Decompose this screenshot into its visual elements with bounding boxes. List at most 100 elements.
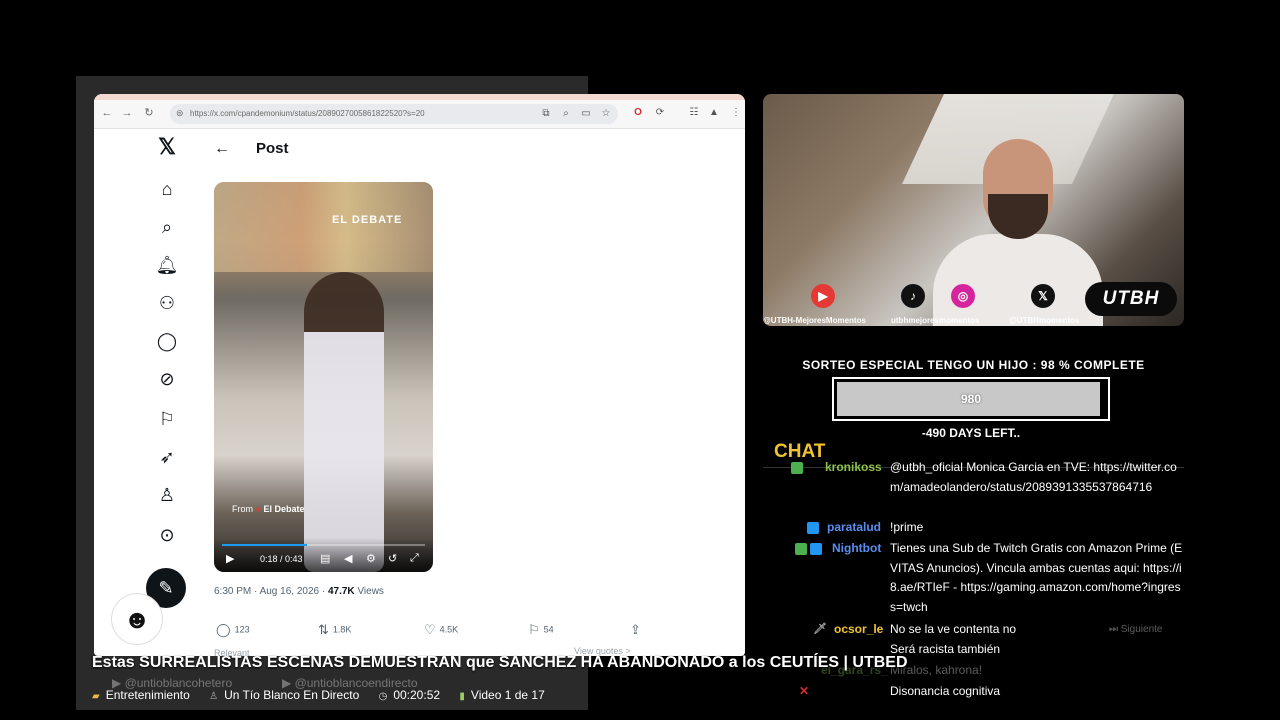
video-watermark: EL DEBATE: [332, 214, 403, 226]
play-icon[interactable]: ▶: [226, 552, 234, 565]
repost-count: 1.8K: [332, 624, 352, 635]
sub-badge-icon: [791, 461, 803, 474]
site-info-icon[interactable]: ⊜: [176, 108, 184, 119]
bot-badge-icon: [810, 542, 823, 555]
opera-icon[interactable]: O: [632, 107, 644, 119]
giveaway-title: SORTEO ESPECIAL TENGO UN HIJO : 98 % COM…: [802, 358, 1145, 372]
video-progress-fill: [222, 544, 308, 546]
home-icon[interactable]: ⌂: [154, 176, 180, 202]
bookmarks-icon[interactable]: ⚐: [154, 406, 180, 432]
video-progress-bar[interactable]: [222, 544, 425, 546]
heart-icon: ♡: [424, 622, 436, 637]
tab-search-icon[interactable]: ☷: [688, 107, 700, 119]
bookmark-icon: ⚐: [528, 622, 540, 637]
post-actions: ◯ 123 ⇅ 1.8K ♡ 4.5K ⚐ 54 ⇪ Relevant View quo…: [214, 622, 645, 656]
x-logo-icon[interactable]: 𝕏: [154, 134, 180, 160]
chat-username[interactable]: ocsor_le: [834, 620, 883, 640]
giveaway-progress-value: 980: [960, 392, 982, 406]
video-title: Estas SURREALISTAS ESCENAS DEMUESTRAN qu…: [92, 654, 908, 671]
video-meta: ▰ Entretenimiento ♙ Un Tío Blanco En Direc…: [92, 688, 561, 702]
sword-badge-icon: 🗡︎: [813, 623, 827, 635]
more-icon[interactable]: ⊙: [154, 522, 180, 548]
repost-button[interactable]: ⇅ 1.8K: [318, 622, 351, 638]
loop-icon[interactable]: ↺: [388, 552, 397, 565]
reply-icon: ◯: [216, 622, 231, 637]
profile-icon[interactable]: ▲: [708, 107, 720, 119]
video-background: [214, 182, 433, 272]
bookmark-button[interactable]: ⚐ 54: [528, 622, 554, 638]
chat-text: No se la ve contenta no: [890, 622, 1017, 636]
chat-text: Tienes una Sub de Twitch Gratis con Amaz…: [890, 541, 1183, 614]
giveaway-progress-bar: 980: [832, 377, 1110, 421]
premium-icon[interactable]: ➶: [154, 444, 180, 470]
video-index-label: Video 1 de 17: [470, 688, 545, 702]
grok-icon[interactable]: ⊘: [154, 366, 180, 392]
forward-icon[interactable]: →: [120, 106, 134, 120]
back-icon[interactable]: ←: [100, 106, 114, 120]
like-button[interactable]: ♡ 4.5K: [424, 622, 458, 638]
translate-icon[interactable]: ⧉: [540, 108, 552, 120]
duration-item: ◷ 00:20:52: [379, 688, 440, 702]
like-count: 4.5K: [439, 624, 459, 635]
post-time: 6:30 PM · Aug 16, 2026 ·: [214, 586, 326, 597]
clock-icon: ◷: [378, 691, 388, 702]
follow-icon[interactable]: ⚇: [154, 290, 180, 316]
duration-label: 00:20:52: [393, 688, 441, 702]
views-count: 47.7K: [327, 586, 355, 597]
share-icon: ⇪: [630, 622, 641, 637]
channel-label: Un Tío Blanco En Directo: [224, 688, 360, 702]
browser-toolbar: ← → ↻ ⊜ https://x.com/cpandemonium/statu…: [94, 100, 745, 129]
fullscreen-icon[interactable]: ⤢: [410, 552, 419, 565]
channel-item[interactable]: ♙ Un Tío Blanco En Directo: [209, 688, 359, 702]
cast-icon[interactable]: ▭: [580, 108, 592, 120]
repost-icon: ⇅: [318, 622, 329, 637]
tiktok-handle: utbhmejoresmomentos: [891, 316, 980, 325]
reply-button[interactable]: ◯ 123: [216, 622, 250, 638]
chat-username[interactable]: paratalud: [827, 518, 881, 538]
chat-username[interactable]: Nightbot: [832, 539, 881, 559]
search-icon[interactable]: ⌕: [154, 214, 180, 240]
back-arrow-icon[interactable]: ←: [214, 140, 230, 158]
x-sidebar: 𝕏 ⌂ ⌕ 🔔︎ ⚇ ◯ ⊘ ⚐ ➶ ♙ ⊙: [146, 130, 188, 630]
avatar[interactable]: ☻: [112, 594, 162, 644]
zoom-icon[interactable]: ⌕: [560, 108, 572, 120]
captions-icon[interactable]: ▤: [320, 552, 330, 565]
youtube-icon: ▶: [811, 284, 835, 308]
profile-icon[interactable]: ♙: [154, 482, 180, 508]
url-text: https://x.com/cpandemonium/status/208902…: [190, 109, 425, 118]
browser-window: ← → ↻ ⊜ https://x.com/cpandemonium/statu…: [94, 94, 745, 656]
x-handle: @UTBHmomentos: [1009, 316, 1080, 325]
settings-icon[interactable]: ⚙: [366, 552, 376, 565]
url-bar[interactable]: ⊜ https://x.com/cpandemonium/status/2089…: [170, 104, 618, 124]
x-badge-icon: ✕: [799, 684, 810, 698]
video-time: 0:18 / 0:43: [260, 554, 303, 564]
category-label: Entretenimiento: [105, 688, 190, 702]
reload-icon[interactable]: ↻: [142, 106, 156, 120]
webcam-feed: ▶ ♪ ◎ 𝕏 UTBH @UTBH-MejoresMomentos utbhm…: [763, 94, 1184, 326]
post-video[interactable]: EL DEBATE From ● El Debate ▶ 0:18 / 0:43…: [214, 182, 433, 572]
page-title: Post: [256, 140, 289, 157]
x-social-icon: 𝕏: [1031, 284, 1055, 308]
extensions-icon[interactable]: ⟳: [654, 107, 666, 119]
chat-text: Disonancia cognitiva: [890, 684, 1001, 698]
video-subject: [304, 272, 384, 572]
video-from-label: From: [232, 504, 253, 514]
messages-icon[interactable]: ◯: [154, 328, 180, 354]
category-item[interactable]: ▰ Entretenimiento: [92, 688, 190, 702]
menu-icon[interactable]: ⋮: [730, 107, 742, 119]
volume-icon[interactable]: ◀︎: [344, 552, 352, 565]
chat-panel: kronikoss @utbh_oficial Monica Garcia en…: [763, 460, 1184, 710]
video-from-source: El Debate: [263, 504, 305, 514]
share-button[interactable]: ⇪: [630, 622, 645, 638]
video-index-item: ▮ Video 1 de 17: [459, 688, 544, 702]
notifications-icon[interactable]: 🔔︎: [154, 252, 180, 278]
user-icon: ♙: [209, 691, 219, 702]
next-hint: ⏭ Siguiente: [1109, 624, 1163, 635]
instagram-icon: ◎: [951, 284, 975, 308]
streamer-beard: [988, 194, 1048, 239]
chat-text: !prime: [890, 520, 924, 534]
views-label: Views: [357, 586, 384, 597]
star-icon[interactable]: ☆: [600, 108, 612, 120]
chat-text: @utbh_oficial Monica Garcia en TVE: http…: [890, 460, 1177, 494]
chat-username[interactable]: kronikoss: [825, 460, 882, 478]
